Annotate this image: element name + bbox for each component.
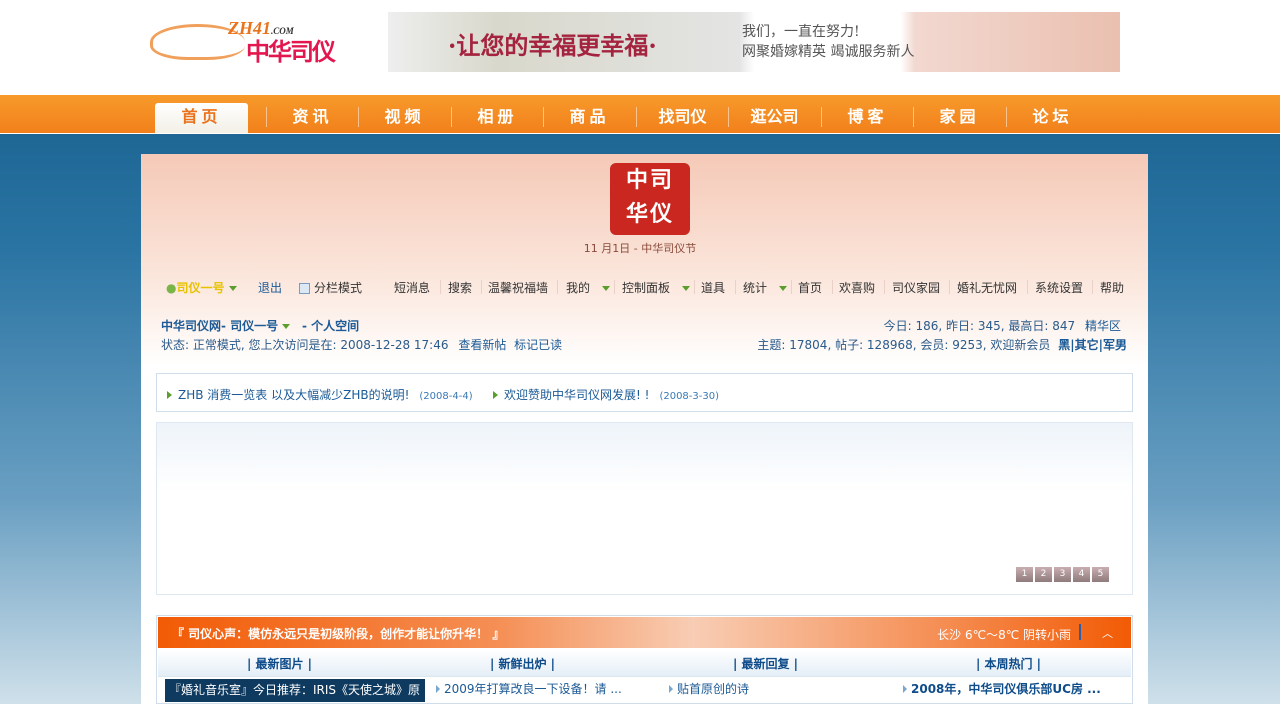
columns-icon xyxy=(299,283,310,294)
status-text: 状态: 正常模式, 您上次访问是在: 2008-12-28 17:46 xyxy=(161,338,449,352)
slide-page-1[interactable]: 1 xyxy=(1016,567,1033,582)
slide-page-5[interactable]: 5 xyxy=(1092,567,1109,582)
nav-products[interactable]: 商品 xyxy=(543,103,636,133)
toolbar-stats[interactable]: 统计 xyxy=(743,279,788,296)
toolbar-settings[interactable]: 系统设置 xyxy=(1035,279,1083,296)
personal-space-link[interactable]: - 个人空间 xyxy=(302,319,359,333)
new-member-link[interactable]: 黑|其它|军男 xyxy=(1058,338,1127,352)
weather-text: 长沙 6℃～8℃ 阴转小雨 xyxy=(937,628,1071,642)
seal-logo: 中司 华仪 xyxy=(610,163,690,235)
toolbar-mc-home[interactable]: 司仪家园 xyxy=(892,279,940,296)
collapse-icon[interactable]: ︿ xyxy=(1102,625,1113,641)
slide-page-2[interactable]: 2 xyxy=(1035,567,1052,582)
music-room-item[interactable]: 『婚礼音乐室』今日推荐：IRIS《天使之城》原 xyxy=(165,679,425,702)
tab-fresh[interactable]: | 新鲜出炉 | xyxy=(401,655,644,672)
toolbar-mine[interactable]: 我的 xyxy=(566,279,611,296)
tab-weekly-hot[interactable]: | 本周热门 | xyxy=(887,655,1130,672)
toolbar-control-panel[interactable]: 控制面板 xyxy=(622,279,691,296)
logout-link[interactable]: 退出 xyxy=(258,279,282,296)
toolbar-messages[interactable]: 短消息 xyxy=(394,279,430,296)
site-logo[interactable]: ZH41.COM 中华司仪 xyxy=(150,18,355,66)
breadcrumb-site[interactable]: 中华司仪网- 司仪一号 xyxy=(161,319,278,333)
list-item[interactable]: 贴首原创的诗 xyxy=(669,680,749,697)
nav-home-garden[interactable]: 家园 xyxy=(913,103,1006,133)
nav-news[interactable]: 资讯 xyxy=(266,103,359,133)
nav-forum[interactable]: 论坛 xyxy=(1006,103,1099,133)
motto-text: 『 司仪心声：模仿永远只是初级阶段，创作才能让你升华！ 』 xyxy=(172,627,505,641)
slide-page-4[interactable]: 4 xyxy=(1073,567,1090,582)
latest-tabs: | 最新图片 | | 新鲜出炉 | | 最新回复 | | 本周热门 | xyxy=(158,650,1131,677)
nav-blog[interactable]: 博客 xyxy=(821,103,914,133)
view-new-posts[interactable]: 查看新帖 xyxy=(458,338,506,352)
nav-companies[interactable]: 逛公司 xyxy=(728,103,821,133)
tab-latest-pictures[interactable]: | 最新图片 | xyxy=(158,655,401,672)
today-stats: 今日: 186, 昨日: 345, 最高日: 847 xyxy=(883,319,1076,333)
toolbar-wedding-site[interactable]: 婚礼无忧网 xyxy=(957,279,1017,296)
toolbar-props[interactable]: 道具 xyxy=(701,279,725,296)
nav-album[interactable]: 相册 xyxy=(451,103,544,133)
toolbar-help[interactable]: 帮助 xyxy=(1100,279,1124,296)
toolbar-shop[interactable]: 欢喜购 xyxy=(839,279,875,296)
announcements: ZHB 消费一览表 以及大幅减少ZHB的说明! (2008-4-4) 欢迎赞助中华… xyxy=(156,373,1133,412)
banner-slogan: ·让您的幸福更幸福· xyxy=(448,31,657,60)
header-banner[interactable]: ·让您的幸福更幸福· 我们，一直在努力! 网聚婚嫁精英 竭诚服务新人 xyxy=(388,12,1120,72)
nav-video[interactable]: 视频 xyxy=(358,103,451,133)
toolbar-wish-wall[interactable]: 温馨祝福墙 xyxy=(488,279,548,296)
total-stats: 主题: 17804, 帖子: 128968, 会员: 9253, 欢迎新会员 xyxy=(757,338,1051,352)
tab-latest-replies[interactable]: | 最新回复 | xyxy=(644,655,887,672)
toolbar-search[interactable]: 搜索 xyxy=(448,279,472,296)
motto-bar: 『 司仪心声：模仿永远只是初级阶段，创作才能让你升华！ 』 长沙 6℃～8℃ 阴… xyxy=(158,617,1131,648)
digest-link[interactable]: 精华区 xyxy=(1085,319,1121,333)
list-item[interactable]: 2008年，中华司仪俱乐部UC房 ... xyxy=(903,680,1101,697)
announcement-item[interactable]: ZHB 消费一览表 以及大幅减少ZHB的说明! (2008-4-4) xyxy=(167,386,473,403)
main-nav: 首页 资讯 视频 相册 商品 找司仪 逛公司 博客 家园 论坛 xyxy=(0,95,1280,134)
nav-home[interactable]: 首页 xyxy=(155,103,248,133)
toolbar-home[interactable]: 首页 xyxy=(798,279,822,296)
festival-text: 11 月1日 - 中华司仪节 xyxy=(583,242,697,255)
slide-page-3[interactable]: 3 xyxy=(1054,567,1071,582)
banner-sub1: 我们，一直在努力! xyxy=(742,24,860,40)
announcement-item[interactable]: 欢迎赞助中华司仪网发展! ! (2008-3-30) xyxy=(493,386,719,403)
user-icon: ● xyxy=(166,281,177,295)
mark-read[interactable]: 标记已读 xyxy=(514,338,562,352)
split-mode-button[interactable]: 分栏模式 xyxy=(299,279,362,296)
nav-find-mc[interactable]: 找司仪 xyxy=(636,103,729,133)
banner-sub2: 网聚婚嫁精英 竭诚服务新人 xyxy=(742,44,915,60)
list-item[interactable]: 2009年打算改良一下设备！请 ... xyxy=(436,680,622,697)
slideshow xyxy=(156,422,1133,595)
user-menu[interactable]: ●司仪一号 xyxy=(166,279,237,296)
